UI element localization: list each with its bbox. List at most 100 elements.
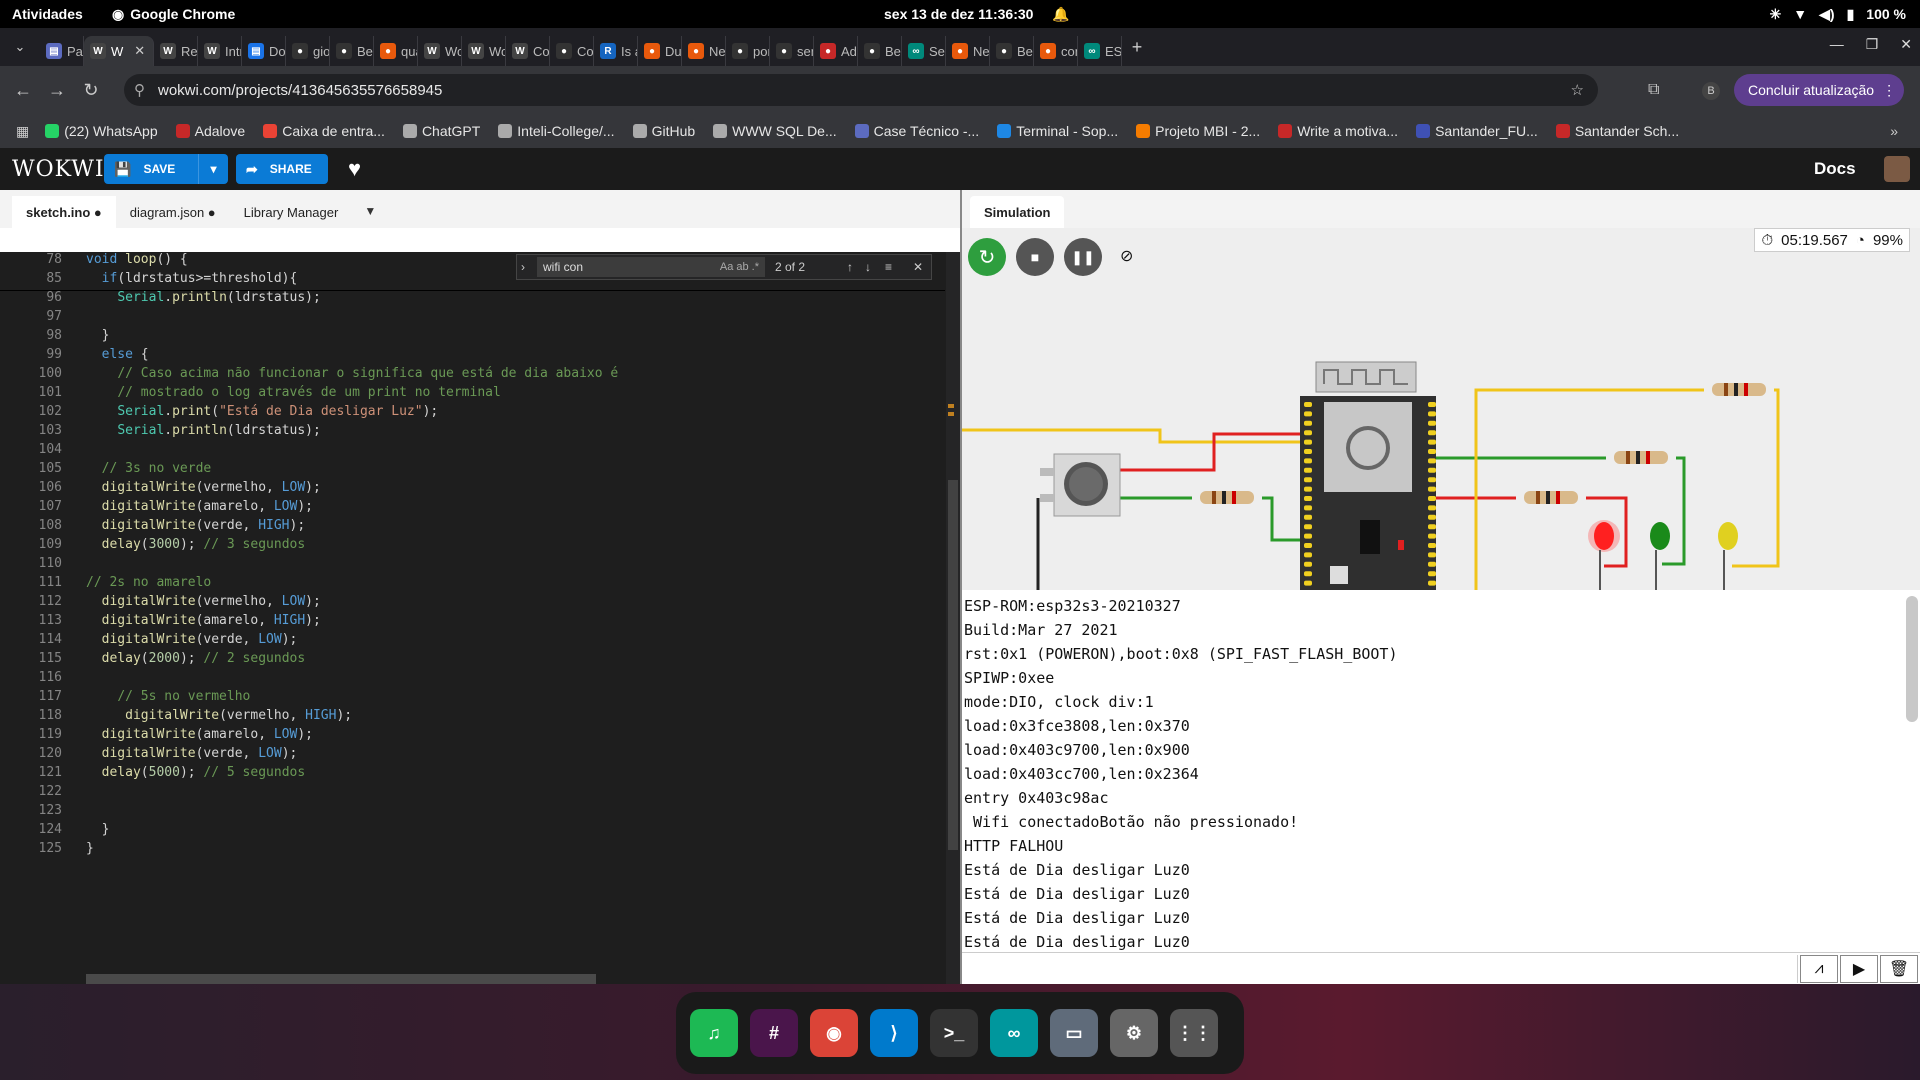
- code-line[interactable]: 106 digitalWrite(vermelho, LOW);: [0, 480, 945, 499]
- app-menu[interactable]: ◉ Google Chrome: [112, 6, 235, 23]
- send-icon[interactable]: ▶: [1840, 955, 1878, 983]
- code-line[interactable]: 103 Serial.println(ldrstatus);: [0, 423, 945, 442]
- find-expand-icon[interactable]: ›: [521, 260, 525, 274]
- simulation-canvas[interactable]: ↻ ■ ❚❚ ⊘ ⏱ 05:19.567 ◔ 99%: [962, 228, 1920, 590]
- url-field[interactable]: ⚲ wokwi.com/projects/413645635576658945 …: [124, 74, 1598, 106]
- editor-tab[interactable]: Library Manager: [230, 196, 353, 228]
- files-icon[interactable]: ▭: [1050, 1009, 1098, 1057]
- docs-link[interactable]: Docs: [1814, 159, 1856, 179]
- plotter-icon[interactable]: ⩘: [1800, 955, 1838, 983]
- browser-tab[interactable]: ● por: [726, 36, 770, 66]
- browser-tab[interactable]: ● Cor: [550, 36, 594, 66]
- browser-tab[interactable]: ● Ada: [814, 36, 858, 66]
- vscode-icon[interactable]: ⟩: [870, 1009, 918, 1057]
- browser-tab[interactable]: ● Duc: [638, 36, 682, 66]
- next-match-icon[interactable]: ↓: [865, 260, 871, 274]
- serial-input[interactable]: [962, 955, 1798, 983]
- tab-simulation[interactable]: Simulation: [970, 196, 1065, 228]
- horizontal-scrollbar[interactable]: [86, 974, 596, 984]
- browser-tab[interactable]: R Is a: [594, 36, 638, 66]
- code-line[interactable]: 114 digitalWrite(verde, LOW);: [0, 632, 945, 651]
- browser-tab[interactable]: ● Nev: [946, 36, 990, 66]
- code-line[interactable]: 124 }: [0, 822, 945, 841]
- code-line[interactable]: 117 // 5s no vermelho: [0, 689, 945, 708]
- profile-avatar[interactable]: B: [1702, 82, 1720, 100]
- minimize-icon[interactable]: —: [1830, 36, 1844, 53]
- browser-tab[interactable]: ● Ber: [858, 36, 902, 66]
- code-line[interactable]: 122: [0, 784, 945, 803]
- bookmark-item[interactable]: ChatGPT: [402, 123, 480, 139]
- previous-match-icon[interactable]: ↑: [847, 260, 853, 274]
- code-line[interactable]: 96 Serial.println(ldrstatus);: [0, 290, 945, 309]
- more-bookmarks-icon[interactable]: »: [1890, 123, 1898, 139]
- editor-tab[interactable]: sketch.ino ●: [12, 196, 116, 228]
- extensions-icon[interactable]: ⧉: [1648, 81, 1659, 99]
- code-line[interactable]: 113 digitalWrite(amarelo, HIGH);: [0, 613, 945, 632]
- save-button[interactable]: 💾 SAVE ▾: [104, 154, 228, 184]
- bookmark-star-icon[interactable]: ☆: [1571, 81, 1584, 99]
- clock[interactable]: sex 13 de dez 11:36:30: [884, 6, 1033, 22]
- find-input[interactable]: wifi con Aa ab .*: [537, 257, 765, 277]
- code-line[interactable]: 100 // Caso acima não funcionar o signif…: [0, 366, 945, 385]
- code-line[interactable]: 107 digitalWrite(amarelo, LOW);: [0, 499, 945, 518]
- code-line[interactable]: 111 // 2s no amarelo: [0, 575, 945, 594]
- bookmark-item[interactable]: Santander_FU...: [1416, 123, 1538, 139]
- bookmark-item[interactable]: Write a motiva...: [1278, 123, 1398, 139]
- bookmark-item[interactable]: Santander Sch...: [1555, 123, 1679, 139]
- code-line[interactable]: 109 delay(3000); // 3 segundos: [0, 537, 945, 556]
- heart-icon[interactable]: ♥: [348, 156, 361, 182]
- close-find-icon[interactable]: ✕: [913, 260, 923, 274]
- apps-icon[interactable]: ⋮⋮: [1170, 1009, 1218, 1057]
- terminal-icon[interactable]: >_: [930, 1009, 978, 1057]
- code-editor[interactable]: 78 void loop() {85 if(ldrstatus>=threshol…: [0, 252, 960, 984]
- browser-tab[interactable]: ∞ ESP: [1078, 36, 1122, 66]
- slack-icon[interactable]: #: [750, 1009, 798, 1057]
- browser-tab[interactable]: ● Ber: [990, 36, 1034, 66]
- code-line[interactable]: 101 // mostrado o log através de um prin…: [0, 385, 945, 404]
- browser-tab[interactable]: ▤ Doc: [242, 36, 286, 66]
- serial-scroll-thumb[interactable]: [1906, 596, 1918, 722]
- code-line[interactable]: 118 digitalWrite(vermelho, HIGH);: [0, 708, 945, 727]
- apps-grid-icon[interactable]: ▦: [16, 123, 29, 140]
- browser-tab[interactable]: W Wo: [418, 36, 462, 66]
- code-line[interactable]: 97: [0, 309, 945, 328]
- save-dropdown-icon[interactable]: ▾: [198, 154, 228, 184]
- code-line[interactable]: 125}: [0, 841, 945, 860]
- close-window-icon[interactable]: ✕: [1900, 36, 1912, 53]
- code-line[interactable]: 99 else {: [0, 347, 945, 366]
- browser-tab[interactable]: ▤ Par: [40, 36, 84, 66]
- new-tab-button[interactable]: +: [1122, 37, 1152, 58]
- code-line[interactable]: 121 delay(5000); // 5 segundos: [0, 765, 945, 784]
- browser-tab[interactable]: W Rec: [154, 36, 198, 66]
- editor-tab[interactable]: diagram.json ●: [116, 196, 230, 228]
- tab-search-icon[interactable]: ⌄: [0, 39, 40, 55]
- forward-icon[interactable]: →: [40, 80, 74, 101]
- bookmark-item[interactable]: GitHub: [632, 123, 695, 139]
- find-options[interactable]: Aa ab .*: [720, 257, 759, 277]
- arduino-icon[interactable]: ∞: [990, 1009, 1038, 1057]
- find-in-selection-icon[interactable]: ≡: [885, 260, 892, 274]
- code-line[interactable]: 120 digitalWrite(verde, LOW);: [0, 746, 945, 765]
- user-avatar[interactable]: [1884, 156, 1910, 182]
- bookmark-item[interactable]: Adalove: [175, 123, 245, 139]
- code-line[interactable]: 102 Serial.print("Está de Dia desligar L…: [0, 404, 945, 423]
- settings-icon[interactable]: ⚙: [1110, 1009, 1158, 1057]
- code-line[interactable]: 119 digitalWrite(amarelo, LOW);: [0, 727, 945, 746]
- site-info-icon[interactable]: ⚲: [134, 81, 145, 99]
- maximize-icon[interactable]: ❐: [1866, 36, 1879, 53]
- browser-tab[interactable]: ● Ber: [330, 36, 374, 66]
- update-button[interactable]: Concluir atualização ⋮: [1734, 74, 1904, 106]
- browser-tab[interactable]: ● con: [1034, 36, 1078, 66]
- browser-tab[interactable]: ● Nev: [682, 36, 726, 66]
- code-line[interactable]: 98 }: [0, 328, 945, 347]
- back-icon[interactable]: ←: [6, 80, 40, 101]
- scroll-thumb[interactable]: [948, 480, 958, 850]
- clear-icon[interactable]: 🗑: [1880, 955, 1918, 983]
- browser-tab[interactable]: ● qua: [374, 36, 418, 66]
- code-line[interactable]: 104: [0, 442, 945, 461]
- chrome-icon[interactable]: ◉: [810, 1009, 858, 1057]
- system-tray[interactable]: ✳ ▼ ◀) ▮ 100 %: [1770, 6, 1906, 23]
- browser-tab[interactable]: W W ✕: [84, 36, 154, 66]
- browser-tab[interactable]: ∞ Ser: [902, 36, 946, 66]
- browser-tab[interactable]: ● sen: [770, 36, 814, 66]
